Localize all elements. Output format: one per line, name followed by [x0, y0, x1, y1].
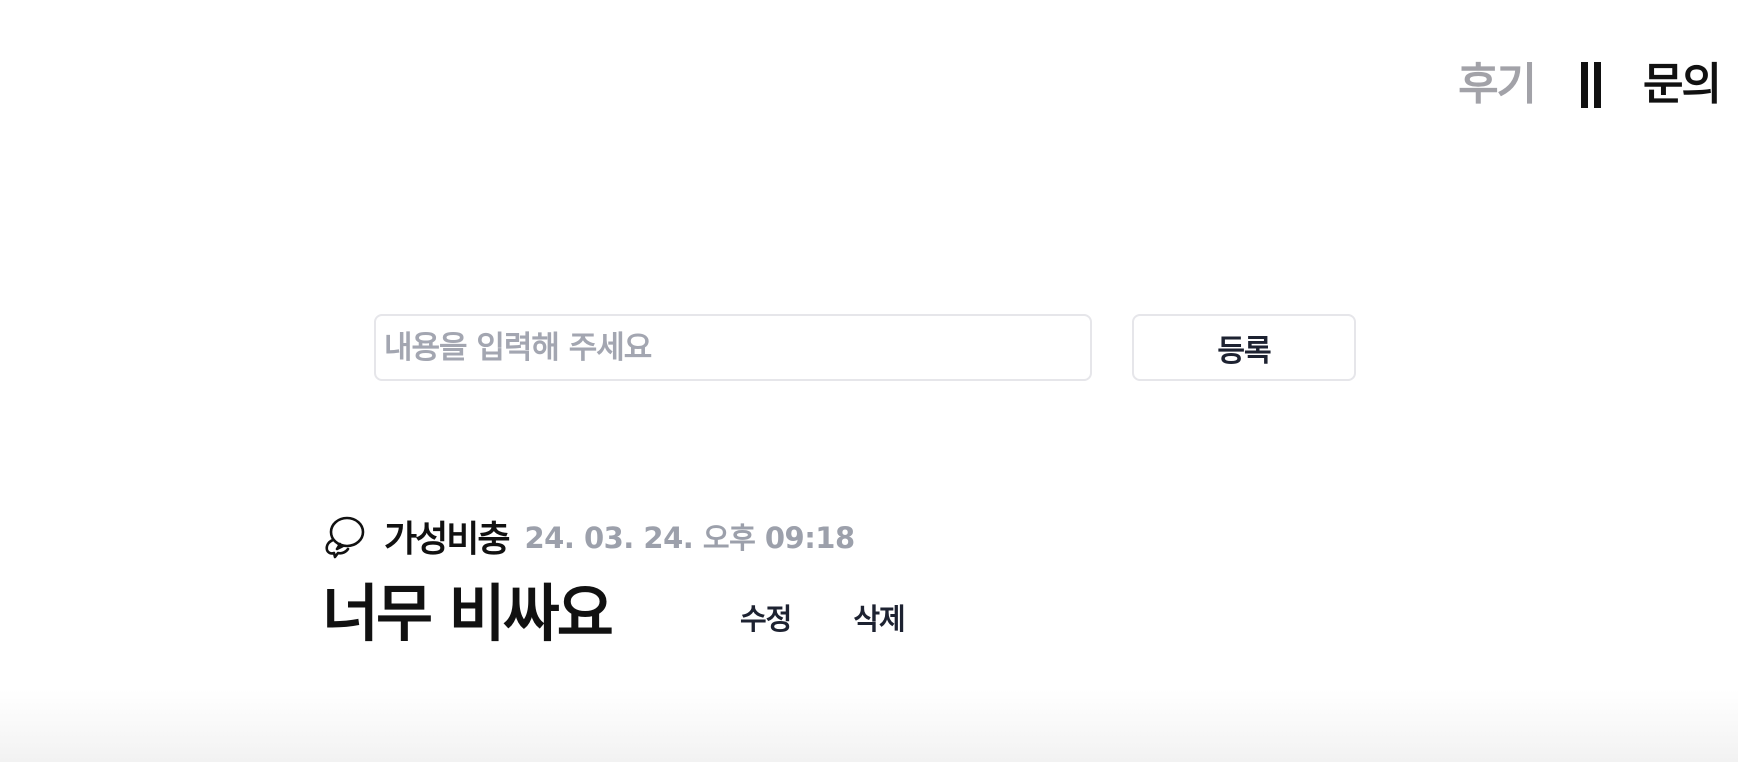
tab-review[interactable]: 후기	[1458, 56, 1537, 114]
review-text: 너무 비싸요	[322, 577, 614, 650]
review-body: 너무 비싸요 수정 삭제	[322, 576, 906, 652]
tab-inquiry[interactable]: 문의	[1643, 56, 1722, 114]
edit-button[interactable]: 수정	[740, 596, 792, 638]
tab-divider	[1581, 62, 1602, 108]
chat-bubble-icon	[322, 513, 368, 559]
delete-button[interactable]: 삭제	[853, 596, 905, 638]
top-tabs: 후기 문의	[1458, 56, 1722, 114]
content-input[interactable]	[374, 314, 1092, 381]
review-meta: 가성비충 24. 03. 24. 오후 09:18	[322, 508, 905, 564]
review-item: 가성비충 24. 03. 24. 오후 09:18 너무 비싸요 수정 삭제	[322, 508, 906, 652]
comment-form: 등록	[374, 314, 1356, 381]
review-author: 가성비충	[384, 519, 510, 560]
review-timestamp: 24. 03. 24. 오후 09:18	[524, 521, 855, 555]
register-button[interactable]: 등록	[1132, 314, 1356, 381]
